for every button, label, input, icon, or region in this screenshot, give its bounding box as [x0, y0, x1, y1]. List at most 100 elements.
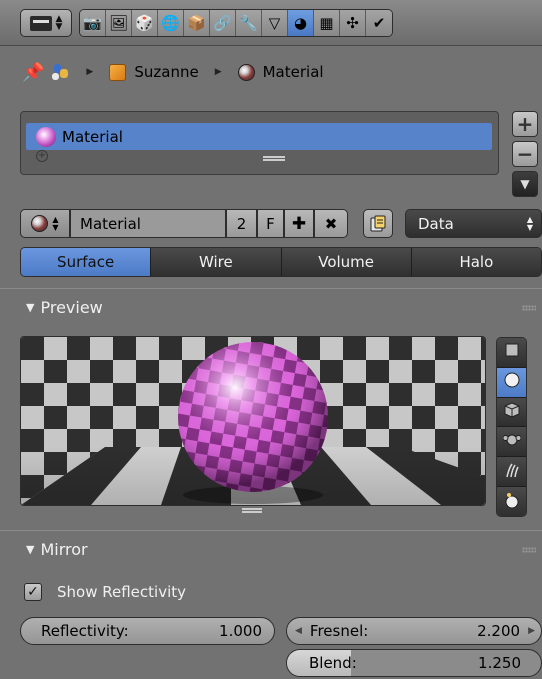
tab-constraints[interactable]: 🔗: [210, 10, 236, 36]
material-icon: ◕: [293, 13, 308, 32]
material-slot-item[interactable]: Material: [26, 123, 492, 150]
cube-icon: [504, 402, 520, 422]
preview-hair-button[interactable]: [497, 457, 526, 488]
preview-panel-header[interactable]: ▼ Preview: [0, 288, 542, 326]
preview-monkey-button[interactable]: [497, 427, 526, 458]
scene-icon: [52, 63, 70, 81]
breadcrumb-separator-icon: ▶: [214, 67, 222, 77]
tab-data[interactable]: ▽: [262, 10, 288, 36]
tab-scene[interactable]: 🎲: [132, 10, 158, 36]
drag-handle-icon[interactable]: [522, 547, 536, 553]
material-preview-icon: [36, 126, 56, 147]
material-icon: [237, 63, 255, 81]
tab-render[interactable]: 📷: [80, 10, 106, 36]
copy-paste-button[interactable]: [363, 209, 393, 238]
object-icon: [109, 63, 127, 81]
camera-icon: 📷: [83, 13, 102, 32]
material-type-tabs: Surface Wire Volume Halo: [20, 247, 542, 277]
up-down-arrows-icon: ▲ ▼: [526, 214, 533, 232]
drag-handle-icon[interactable]: [522, 305, 536, 311]
texture-icon: ▦: [319, 13, 334, 32]
list-filter-icon[interactable]: +: [36, 150, 48, 162]
specials-arrow-icon: ▼: [520, 177, 530, 191]
tab-object[interactable]: 📦: [184, 10, 210, 36]
material-slot-label: Material: [62, 127, 123, 146]
reflectivity-value: 1.000: [219, 622, 262, 640]
preview-flat-button[interactable]: [497, 338, 526, 368]
fresnel-field[interactable]: ◀ Fresnel: 2.200 ▶: [286, 617, 542, 645]
show-reflectivity-toggle[interactable]: ✓ Show Reflectivity: [24, 583, 186, 601]
breadcrumb: 📌 ▶ Suzanne ▶ Material: [22, 58, 324, 86]
tab-texture[interactable]: ▦: [314, 10, 340, 36]
slot-specials-button[interactable]: ▼: [512, 171, 538, 197]
plane-icon: [504, 342, 520, 362]
add-slot-label: +: [516, 112, 534, 136]
wrench-icon: 🔧: [239, 13, 258, 32]
x-icon: ✖: [324, 214, 338, 233]
sphere-icon: [503, 371, 521, 393]
collapse-triangle-icon: ▼: [26, 301, 35, 314]
link-dropdown[interactable]: Data ▲ ▼: [405, 209, 542, 238]
pin-icon[interactable]: 📌: [22, 62, 44, 83]
render-layers-icon: 🖼: [108, 13, 129, 32]
clipboard-icon: [370, 215, 386, 231]
plus-icon: ✚: [291, 213, 307, 234]
remove-slot-label: −: [516, 142, 534, 166]
editor-type-button[interactable]: ▲ ▼: [20, 9, 72, 37]
reflectivity-field[interactable]: Reflectivity: 1.000: [20, 617, 275, 645]
checkbox-checked-icon[interactable]: ✓: [24, 583, 42, 601]
fresnel-label: Fresnel:: [309, 622, 369, 640]
sky-sphere-icon: [503, 491, 521, 513]
tab-physics[interactable]: ✔: [366, 10, 392, 36]
user-count-button[interactable]: 2: [226, 209, 257, 238]
material-name-text: Material: [80, 214, 141, 233]
tab-render-layers[interactable]: 🖼: [106, 10, 132, 36]
mirror-panel-header[interactable]: ▼ Mirror: [0, 530, 542, 568]
preview-resize-grip[interactable]: [242, 508, 262, 513]
decrement-arrow-icon[interactable]: ◀: [295, 626, 302, 636]
hair-icon: [504, 462, 520, 482]
world-icon: 🌐: [161, 13, 180, 32]
fake-user-button[interactable]: F: [257, 209, 284, 238]
panel-title: Mirror: [40, 540, 88, 559]
material-name-field[interactable]: Material: [70, 209, 226, 238]
remove-slot-button[interactable]: −: [512, 141, 538, 167]
mesh-data-icon: ▽: [268, 13, 281, 32]
breadcrumb-material: Material: [262, 63, 324, 81]
add-slot-button[interactable]: +: [512, 111, 538, 137]
tab-modifiers[interactable]: 🔧: [236, 10, 262, 36]
tab-material[interactable]: ◕: [288, 10, 314, 36]
browse-material-button[interactable]: ▲ ▼: [20, 209, 70, 238]
reflectivity-label: Reflectivity:: [41, 622, 129, 640]
preview-type-buttons: [496, 337, 527, 517]
unlink-material-button[interactable]: ✖: [314, 209, 348, 238]
new-material-button[interactable]: ✚: [284, 209, 314, 238]
blend-label: Blend:: [309, 654, 357, 672]
context-tabs: 📷 🖼 🎲 🌐 📦 🔗 🔧 ▽ ◕ ▦ ✣ ✔: [79, 9, 393, 37]
preview-sphere-button[interactable]: [497, 367, 526, 398]
material-icon: [31, 215, 49, 232]
preview-cube-button[interactable]: [497, 397, 526, 428]
preview-sphere-sky-button[interactable]: [497, 487, 526, 516]
collapse-triangle-icon: ▼: [26, 543, 35, 556]
scene-icon: 🎲: [135, 13, 154, 32]
tab-halo[interactable]: Halo: [411, 248, 541, 276]
tab-particles[interactable]: ✣: [340, 10, 366, 36]
preview-render: [21, 337, 485, 505]
show-reflectivity-label: Show Reflectivity: [57, 583, 186, 601]
breadcrumb-object: Suzanne: [134, 63, 199, 81]
up-down-arrows-icon: ▲ ▼: [52, 214, 59, 232]
list-resize-grip[interactable]: [263, 156, 285, 161]
user-count-label: 2: [236, 214, 247, 233]
tab-wire[interactable]: Wire: [151, 248, 282, 276]
tab-volume[interactable]: Volume: [281, 248, 412, 276]
physics-icon: ✔: [372, 13, 386, 32]
particles-icon: ✣: [346, 13, 359, 32]
tab-world[interactable]: 🌐: [158, 10, 184, 36]
blend-slider[interactable]: Blend: 1.250: [286, 649, 542, 677]
increment-arrow-icon[interactable]: ▶: [528, 626, 535, 636]
panel-title: Preview: [40, 298, 103, 317]
material-preview: [20, 336, 486, 506]
tab-surface[interactable]: Surface: [21, 248, 152, 276]
properties-editor-icon: [29, 15, 52, 31]
